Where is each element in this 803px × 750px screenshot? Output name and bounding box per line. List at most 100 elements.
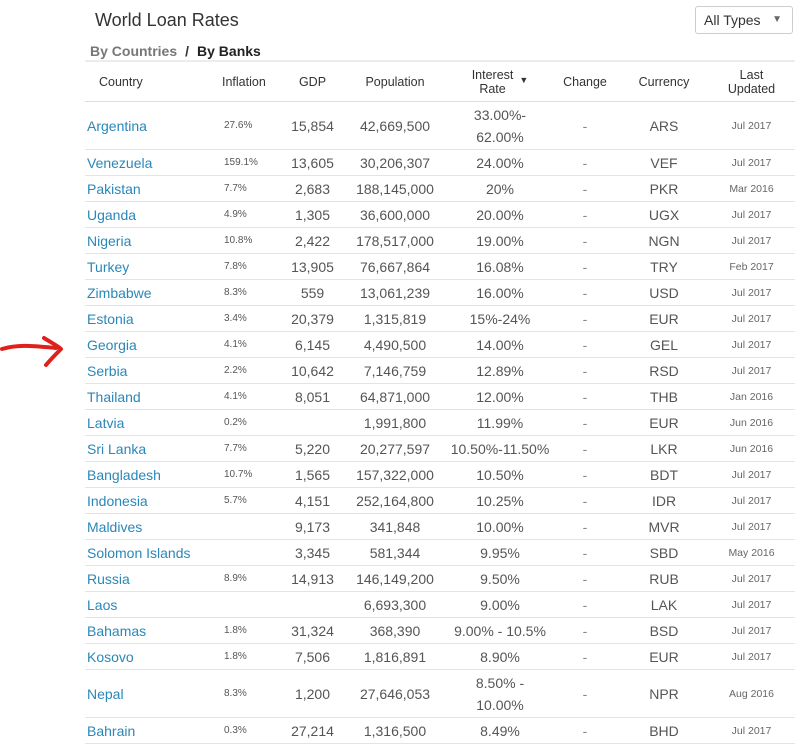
change-cell: - [550,643,620,670]
country-link[interactable]: Argentina [85,101,200,150]
currency-cell: EUR [620,409,708,436]
change-cell: - [550,513,620,540]
column-header-last-updated[interactable]: Last Updated [708,63,795,102]
interest-rate-value: 9.95% [480,544,520,561]
change-cell: - [550,357,620,384]
gdp-cell: 7,506 [285,643,340,670]
currency-cell: IDR [620,487,708,514]
country-link[interactable]: Uganda [85,201,200,228]
inflation-cell: 3.4% [200,305,285,332]
tab-by-countries[interactable]: By Countries [90,43,177,59]
currency-cell: SBD [620,539,708,566]
inflation-cell: 7.7% [200,175,285,202]
country-link[interactable]: Latvia [85,409,200,436]
country-link[interactable]: Indonesia [85,487,200,514]
gdp-cell: 8,051 [285,383,340,410]
last-updated-cell: Jul 2017 [708,591,795,618]
country-link[interactable]: Maldives [85,513,200,540]
inflation-cell: 5.7% [200,487,285,514]
currency-cell: VEF [620,149,708,176]
interest-rate-cell: 14.00% [450,331,550,358]
country-link[interactable]: Pakistan [85,175,200,202]
table-header-row: Country Inflation GDP Population Interes… [85,63,795,102]
column-header-country[interactable]: Country [85,63,200,102]
tab-separator: / [185,43,190,59]
last-updated-cell: Jul 2017 [708,201,795,228]
country-link[interactable]: Bahamas [85,617,200,644]
header-divider [85,60,795,62]
column-header-change[interactable]: Change [550,63,620,102]
change-cell: - [550,487,620,514]
country-link[interactable]: Turkey [85,253,200,280]
country-link[interactable]: Solomon Islands [85,539,200,566]
country-link[interactable]: Estonia [85,305,200,332]
interest-rate-value: 9.00% [480,596,520,613]
country-link[interactable]: Kosovo [85,643,200,670]
inflation-cell [200,539,285,566]
population-cell: 42,669,500 [340,101,450,150]
column-header-currency[interactable]: Currency [620,63,708,102]
country-link[interactable]: Nepal [85,669,200,718]
gdp-cell: 20,379 [285,305,340,332]
country-link[interactable]: Laos [85,591,200,618]
country-link[interactable]: Russia [85,565,200,592]
table-row: Solomon Islands 3,345 581,344 9.95% - SBD May … [85,539,795,566]
last-updated-cell: Jul 2017 [708,305,795,332]
country-link[interactable]: Venezuela [85,149,200,176]
inflation-cell: 4.9% [200,201,285,228]
interest-rate-value: 20% [485,180,515,197]
interest-rate-cell: 9.00% - 10.5% [450,617,550,644]
column-header-population[interactable]: Population [340,63,450,102]
table-row: Russia 8.9% 14,913 146,149,200 9.50% - RUB Jul … [85,565,795,592]
inflation-cell: 1.8% [200,617,285,644]
inflation-cell: 8.3% [200,669,285,718]
interest-rate-cell: 24.00% [450,149,550,176]
type-filter-dropdown[interactable]: All Types ▼ [695,6,793,34]
interest-rate-value: 12.00% [476,388,524,405]
population-cell: 581,344 [340,539,450,566]
population-cell: 178,517,000 [340,227,450,254]
gdp-cell: 6,145 [285,331,340,358]
inflation-cell: 159.1% [200,149,285,176]
change-cell: - [550,149,620,176]
column-header-gdp[interactable]: GDP [285,63,340,102]
country-link[interactable]: Nigeria [85,227,200,254]
interest-rate-cell: 20% [450,175,550,202]
inflation-cell: 4.1% [200,383,285,410]
tab-by-banks[interactable]: By Banks [197,43,261,59]
change-cell: - [550,591,620,618]
country-link[interactable]: Bahrain [85,717,200,744]
interest-rate-value: 16.00% [476,284,524,301]
inflation-cell [200,513,285,540]
country-link[interactable]: Sri Lanka [85,435,200,462]
column-header-interest-rate[interactable]: Interest Rate ▼ [450,63,550,102]
table-row: Venezuela 159.1% 13,605 30,206,307 24.00% - VE… [85,149,795,176]
country-link[interactable]: Georgia [85,331,200,358]
last-updated-cell: Jul 2017 [708,487,795,514]
gdp-cell: 10,642 [285,357,340,384]
change-cell: - [550,253,620,280]
country-link[interactable]: Thailand [85,383,200,410]
interest-rate-cell: 12.89% [450,357,550,384]
population-cell: 4,490,500 [340,331,450,358]
country-link[interactable]: Serbia [85,357,200,384]
change-cell: - [550,409,620,436]
table-row: Nepal 8.3% 1,200 27,646,053 8.50% - 10.00% - NP… [85,669,795,718]
country-link[interactable]: Zimbabwe [85,279,200,306]
gdp-cell: 2,422 [285,227,340,254]
table-row: Maldives 9,173 341,848 10.00% - MVR Jul 2017 [85,513,795,540]
interest-rate-cell: 10.00% [450,513,550,540]
column-header-inflation[interactable]: Inflation [200,63,285,102]
inflation-cell [200,591,285,618]
population-cell: 157,322,000 [340,461,450,488]
gdp-cell: 1,305 [285,201,340,228]
gdp-cell: 14,913 [285,565,340,592]
interest-rate-cell: 10.50%-11.50% [450,435,550,462]
currency-cell: PKR [620,175,708,202]
population-cell: 6,693,300 [340,591,450,618]
inflation-cell: 0.3% [200,717,285,744]
gdp-cell: 1,565 [285,461,340,488]
currency-cell: BSD [620,617,708,644]
country-link[interactable]: Bangladesh [85,461,200,488]
change-cell: - [550,539,620,566]
